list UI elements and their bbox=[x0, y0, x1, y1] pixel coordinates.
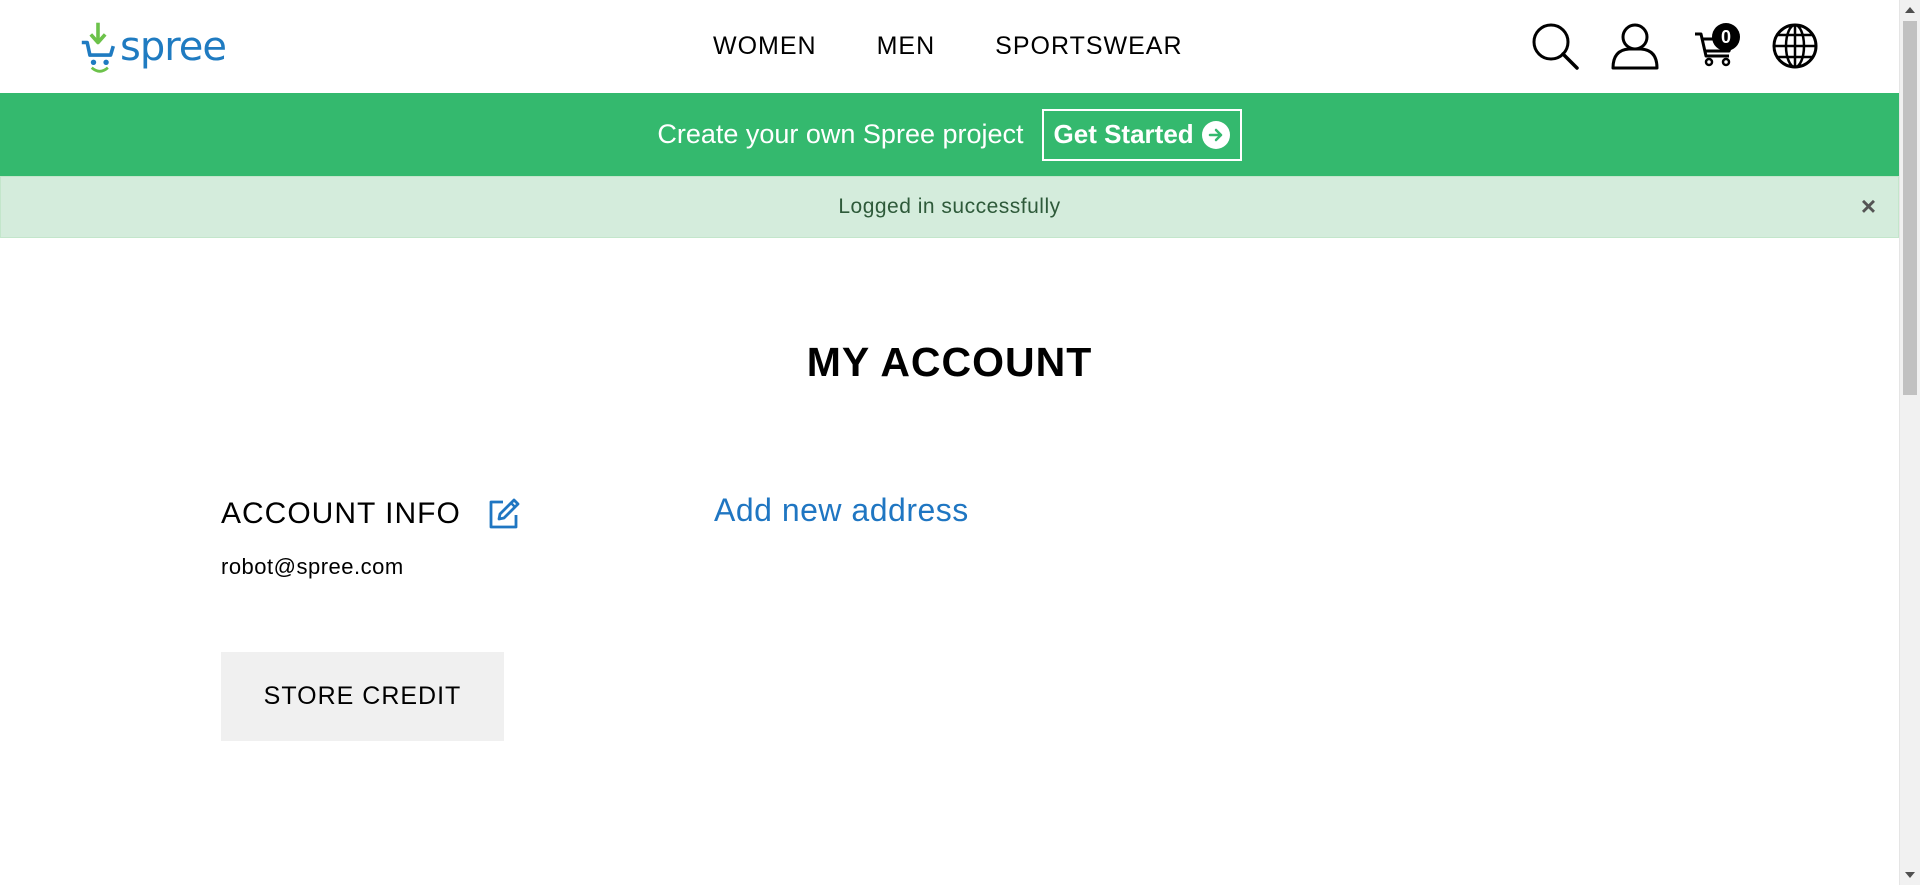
flash-message: Logged in successfully × bbox=[0, 176, 1899, 238]
arrow-right-icon bbox=[1201, 120, 1230, 149]
promo-text: Create your own Spree project bbox=[657, 119, 1024, 149]
search-button[interactable] bbox=[1530, 20, 1580, 72]
nav-item-women[interactable]: WOMEN bbox=[713, 28, 817, 64]
page-scrollbar[interactable] bbox=[1899, 0, 1920, 885]
logo-text: spree bbox=[119, 24, 227, 70]
account-button[interactable] bbox=[1610, 20, 1660, 72]
get-started-button[interactable]: Get Started bbox=[1041, 108, 1242, 161]
account-info-heading: ACCOUNT INFO bbox=[221, 497, 461, 530]
user-icon bbox=[1611, 23, 1659, 70]
spree-logo-icon bbox=[81, 22, 116, 73]
scroll-thumb[interactable] bbox=[1903, 21, 1917, 395]
spree-logo[interactable]: spree bbox=[80, 16, 227, 78]
close-icon[interactable]: × bbox=[1861, 193, 1876, 219]
flash-text: Logged in successfully bbox=[838, 195, 1061, 218]
scroll-down-arrow-icon[interactable] bbox=[1905, 872, 1915, 878]
add-new-address-link[interactable]: Add new address bbox=[714, 492, 969, 528]
page: spree WOMEN MEN SPORTSWEAR 0 Create your… bbox=[0, 0, 1899, 885]
get-started-label: Get Started bbox=[1053, 119, 1194, 149]
main-nav: WOMEN MEN SPORTSWEAR bbox=[713, 28, 1183, 64]
search-icon bbox=[1532, 23, 1579, 70]
edit-icon bbox=[489, 498, 520, 529]
locale-button[interactable] bbox=[1770, 20, 1820, 72]
promo-bar: Create your own Spree project Get Starte… bbox=[0, 93, 1899, 176]
cart-count-badge: 0 bbox=[1712, 23, 1740, 51]
store-credit-button[interactable]: STORE CREDIT bbox=[221, 652, 504, 741]
page-title: MY ACCOUNT bbox=[806, 339, 1093, 385]
account-info-header: ACCOUNT INFO bbox=[221, 497, 521, 531]
cart-button[interactable]: 0 bbox=[1690, 20, 1740, 72]
nav-item-sportswear[interactable]: SPORTSWEAR bbox=[995, 28, 1182, 64]
edit-account-button[interactable] bbox=[487, 497, 521, 531]
account-email: robot@spree.com bbox=[221, 554, 404, 579]
nav-item-men[interactable]: MEN bbox=[877, 28, 936, 64]
site-header: spree WOMEN MEN SPORTSWEAR 0 bbox=[0, 0, 1899, 93]
globe-icon bbox=[1772, 23, 1818, 69]
scroll-up-arrow-icon[interactable] bbox=[1905, 7, 1915, 13]
header-icons: 0 bbox=[1530, 20, 1820, 72]
